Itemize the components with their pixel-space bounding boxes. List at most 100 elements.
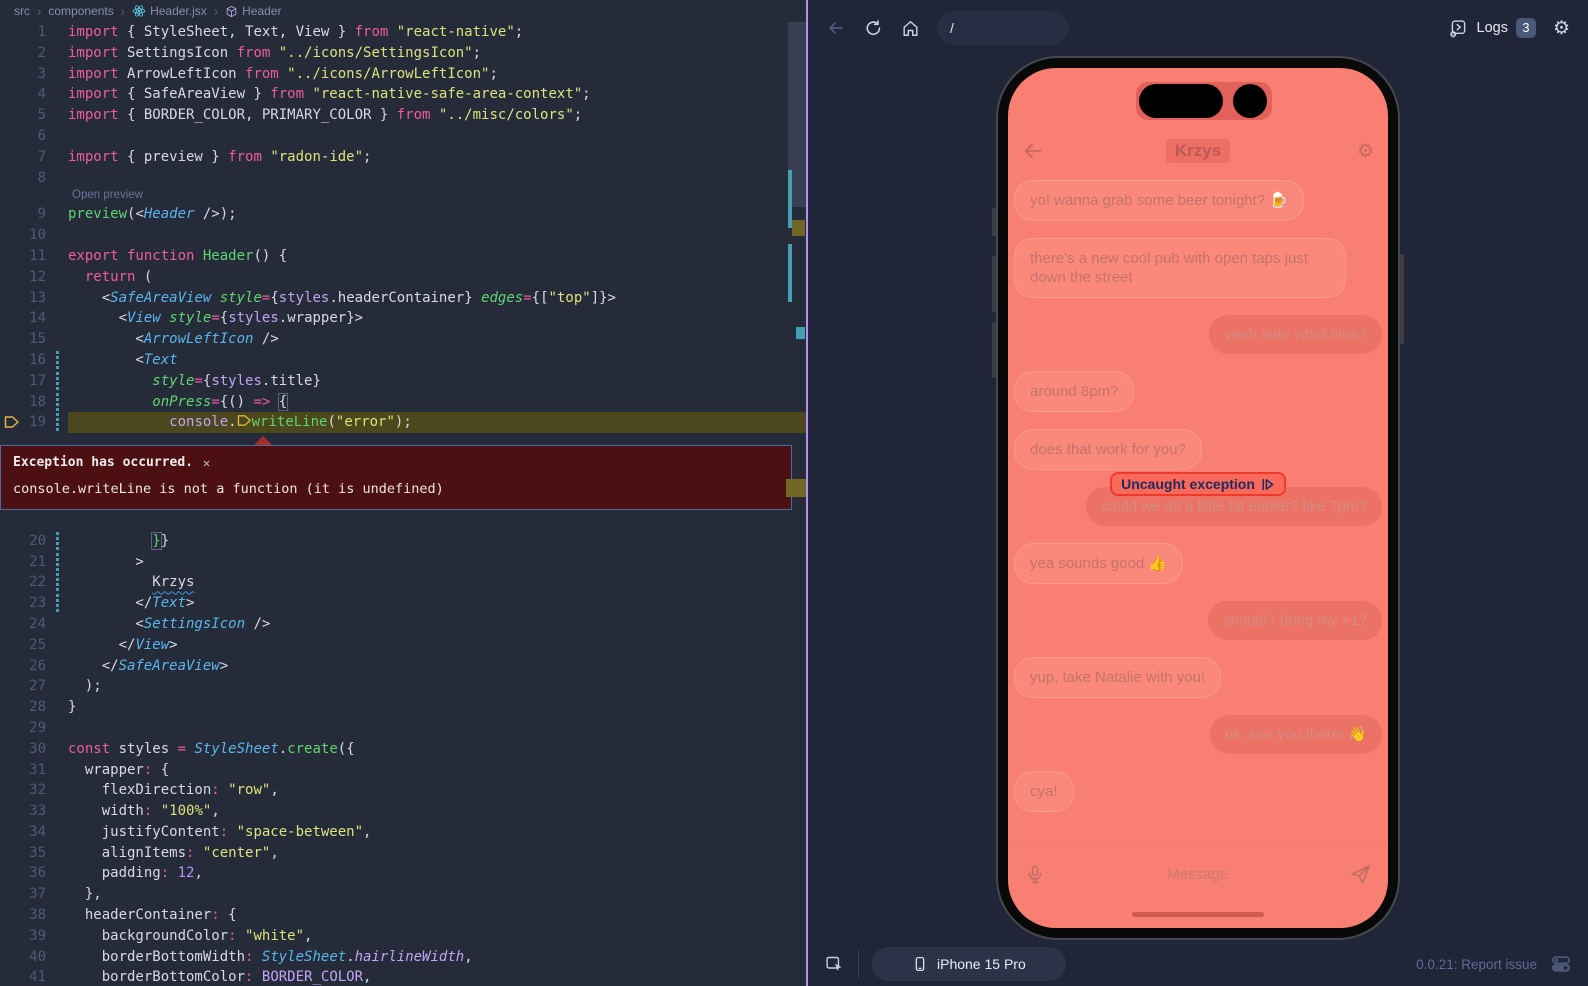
- line-number[interactable]: 12: [0, 267, 68, 288]
- code-line[interactable]: 13 <SafeAreaView style={styles.headerCon…: [0, 288, 806, 309]
- code-line[interactable]: 30const styles = StyleSheet.create({: [0, 739, 806, 760]
- code-line[interactable]: 26 </SafeAreaView>: [0, 656, 806, 677]
- line-number[interactable]: 28: [0, 697, 68, 718]
- line-number[interactable]: 17: [0, 371, 68, 392]
- code-line[interactable]: 15 <ArrowLeftIcon />: [0, 329, 806, 350]
- line-number[interactable]: 22: [0, 572, 68, 593]
- send-icon[interactable]: [1349, 863, 1372, 886]
- line-number[interactable]: 9: [0, 204, 68, 225]
- report-issue-link[interactable]: 0.0.21: Report issue: [1416, 957, 1537, 972]
- code-line[interactable]: 8: [0, 168, 806, 189]
- chat-settings-icon[interactable]: ⚙: [1357, 142, 1374, 161]
- code-line[interactable]: 32 flexDirection: "row",: [0, 780, 806, 801]
- uncaught-exception-badge[interactable]: Uncaught exception: [1110, 472, 1286, 496]
- code-line[interactable]: 5import { BORDER_COLOR, PRIMARY_COLOR } …: [0, 105, 806, 126]
- line-number[interactable]: 14: [0, 308, 68, 329]
- message-input-bar[interactable]: Message: [1008, 846, 1388, 902]
- code-line[interactable]: 33 width: "100%",: [0, 801, 806, 822]
- code-line[interactable]: 19 console.writeLine("error");: [0, 412, 806, 433]
- code-line[interactable]: 21 >: [0, 552, 806, 573]
- line-number[interactable]: 33: [0, 801, 68, 822]
- code-line[interactable]: 10: [0, 225, 806, 246]
- line-number[interactable]: 32: [0, 780, 68, 801]
- line-number[interactable]: 6: [0, 126, 68, 147]
- code-line[interactable]: 39 backgroundColor: "white",: [0, 926, 806, 947]
- preferences-icon[interactable]: [1550, 953, 1572, 975]
- line-number[interactable]: 39: [0, 926, 68, 947]
- code-line[interactable]: 38 headerContainer: {: [0, 905, 806, 926]
- code-line[interactable]: 28}: [0, 697, 806, 718]
- code-line[interactable]: 34 justifyContent: "space-between",: [0, 822, 806, 843]
- code-line[interactable]: 18 onPress={() => {: [0, 392, 806, 413]
- line-number[interactable]: 24: [0, 614, 68, 635]
- url-input[interactable]: /: [937, 11, 1069, 45]
- breadcrumb-src[interactable]: src: [14, 4, 30, 18]
- line-number[interactable]: 41: [0, 967, 68, 986]
- message-input[interactable]: Message: [1046, 866, 1349, 883]
- chat-back-button[interactable]: [1022, 140, 1044, 162]
- line-number[interactable]: 18: [0, 392, 68, 413]
- line-number[interactable]: 31: [0, 760, 68, 781]
- line-number[interactable]: 8: [0, 168, 68, 189]
- code-line[interactable]: 20 }}: [0, 531, 806, 552]
- reload-button[interactable]: [863, 18, 883, 38]
- breadcrumb-components[interactable]: components: [48, 4, 113, 18]
- line-number[interactable]: 5: [0, 105, 68, 126]
- code-line[interactable]: 4import { SafeAreaView } from "react-nat…: [0, 84, 806, 105]
- code-line[interactable]: 6: [0, 126, 806, 147]
- code-line[interactable]: 27 );: [0, 676, 806, 697]
- breadcrumb-file[interactable]: Header.jsx: [132, 4, 207, 18]
- breadcrumb-symbol[interactable]: Header: [225, 4, 281, 18]
- code-line[interactable]: 31 wrapper: {: [0, 760, 806, 781]
- logs-button[interactable]: Logs 3: [1448, 18, 1536, 39]
- line-number[interactable]: 11: [0, 246, 68, 267]
- codelens-open-preview[interactable]: Open preview: [72, 188, 806, 204]
- inspect-element-button[interactable]: [824, 954, 845, 975]
- line-number[interactable]: 25: [0, 635, 68, 656]
- line-number[interactable]: 38: [0, 905, 68, 926]
- line-number[interactable]: 34: [0, 822, 68, 843]
- code-line[interactable]: 37 },: [0, 884, 806, 905]
- code-line[interactable]: 9preview(<Header />);: [0, 204, 806, 225]
- code-line[interactable]: 36 padding: 12,: [0, 863, 806, 884]
- back-button[interactable]: [826, 18, 846, 38]
- close-icon[interactable]: ✕: [203, 453, 210, 474]
- line-number[interactable]: 20: [0, 531, 68, 552]
- code-line[interactable]: 14 <View style={styles.wrapper}>: [0, 308, 806, 329]
- line-number[interactable]: 15: [0, 329, 68, 350]
- device-screen[interactable]: Krzys ⚙ yo! wanna grab some beer tonight…: [1008, 68, 1388, 928]
- line-number[interactable]: 37: [0, 884, 68, 905]
- line-number[interactable]: 40: [0, 947, 68, 968]
- line-number[interactable]: 36: [0, 863, 68, 884]
- line-number[interactable]: 21: [0, 552, 68, 573]
- code-line[interactable]: 12 return (: [0, 267, 806, 288]
- line-number[interactable]: 29: [0, 718, 68, 739]
- code-line[interactable]: 22 Krzys: [0, 572, 806, 593]
- code-line[interactable]: 40 borderBottomWidth: StyleSheet.hairlin…: [0, 947, 806, 968]
- line-number[interactable]: 35: [0, 843, 68, 864]
- line-number[interactable]: 10: [0, 225, 68, 246]
- code-line[interactable]: 1import { StyleSheet, Text, View } from …: [0, 22, 806, 43]
- line-number[interactable]: 27: [0, 676, 68, 697]
- line-number[interactable]: 7: [0, 147, 68, 168]
- code-line[interactable]: 23 </Text>: [0, 593, 806, 614]
- line-number[interactable]: 30: [0, 739, 68, 760]
- code-line[interactable]: 41 borderBottomColor: BORDER_COLOR,: [0, 967, 806, 986]
- line-number[interactable]: 26: [0, 656, 68, 677]
- code-line[interactable]: 2import SettingsIcon from "../icons/Sett…: [0, 43, 806, 64]
- code-line[interactable]: 25 </View>: [0, 635, 806, 656]
- line-number[interactable]: 1: [0, 22, 68, 43]
- code-line[interactable]: 35 alignItems: "center",: [0, 843, 806, 864]
- device-select-button[interactable]: iPhone 15 Pro: [872, 947, 1066, 981]
- line-number[interactable]: 13: [0, 288, 68, 309]
- line-number[interactable]: 2: [0, 43, 68, 64]
- line-number[interactable]: 16: [0, 350, 68, 371]
- code-line[interactable]: 29: [0, 718, 806, 739]
- line-number[interactable]: 4: [0, 84, 68, 105]
- code-line[interactable]: 17 style={styles.title}: [0, 371, 806, 392]
- code-line[interactable]: 3import ArrowLeftIcon from "../icons/Arr…: [0, 64, 806, 85]
- mic-icon[interactable]: [1024, 864, 1046, 886]
- line-number[interactable]: 3: [0, 64, 68, 85]
- line-number[interactable]: 23: [0, 593, 68, 614]
- code-editor[interactable]: src › components › Header.jsx › Header 1…: [0, 0, 806, 986]
